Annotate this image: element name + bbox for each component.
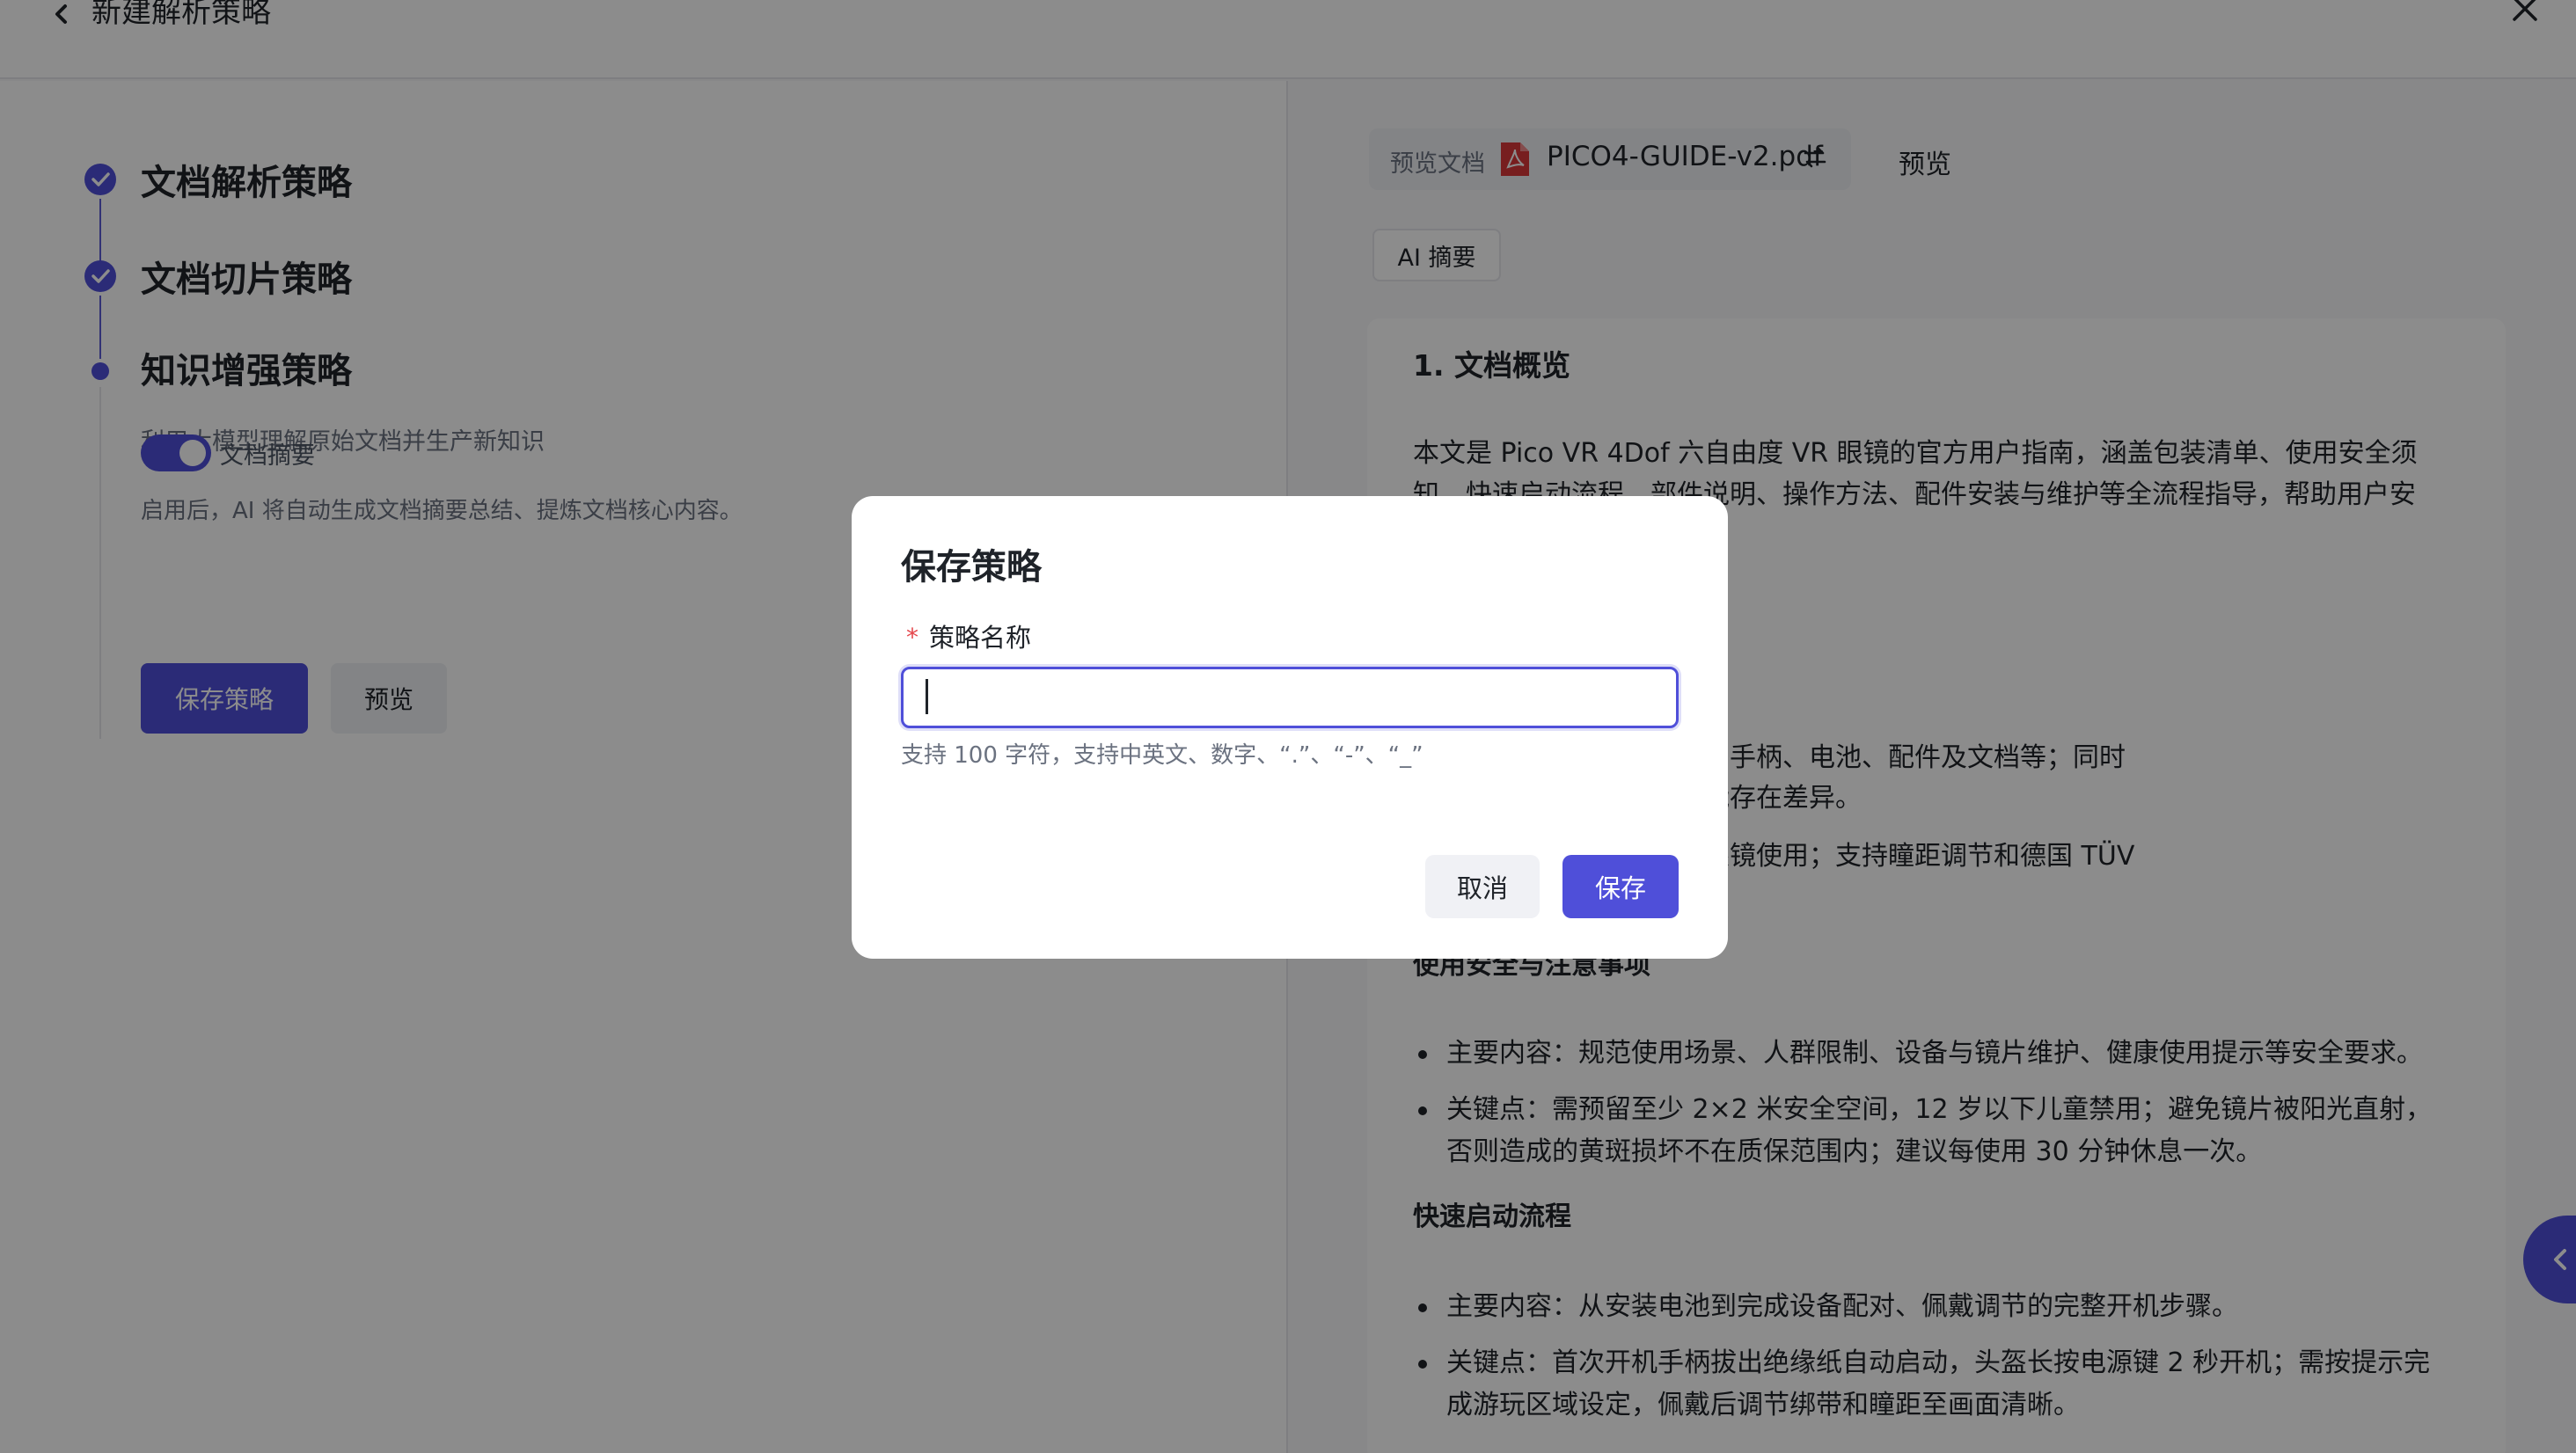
- input-help-text: 支持 100 字符，支持中英文、数字、“.”、“-”、“_”: [901, 742, 1423, 769]
- required-mark: *: [906, 623, 918, 652]
- save-strategy-dialog: 保存策略 * 策略名称 支持 100 字符，支持中英文、数字、“.”、“-”、“…: [852, 496, 1728, 959]
- dialog-title: 保存策略: [901, 547, 1042, 588]
- cancel-button[interactable]: 取消: [1425, 855, 1540, 918]
- page: 新建解析策略 文档解析策略 文档切片策略 知识增强策略 利用大模型理解原始文档并…: [0, 0, 2576, 1453]
- strategy-name-input[interactable]: [901, 667, 1679, 728]
- strategy-name-label: 策略名称: [929, 623, 1032, 653]
- text-cursor: [926, 679, 928, 714]
- save-button[interactable]: 保存: [1562, 855, 1679, 918]
